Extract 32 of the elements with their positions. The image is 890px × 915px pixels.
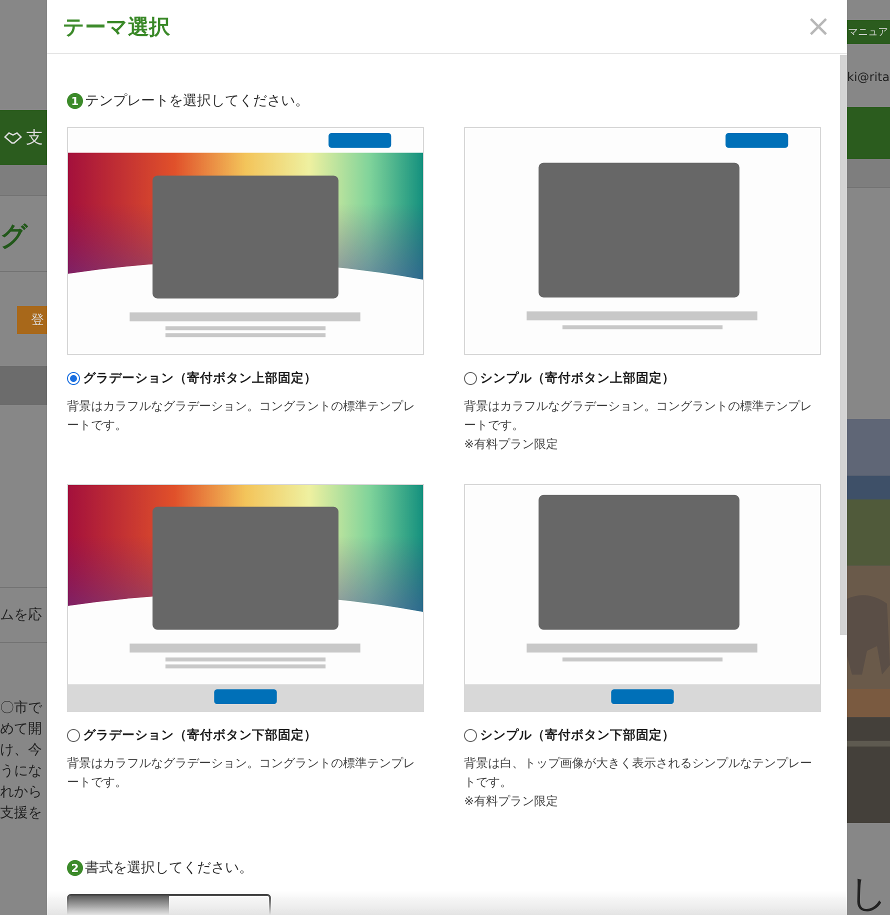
template-radio[interactable]: [67, 372, 80, 385]
step-number: 1: [67, 93, 83, 109]
template-description: 背景はカラフルなグラデーション。コングラントの標準テンプレートです。: [464, 398, 813, 434]
template-description: 背景は白、トップ画像が大きく表示されるシンプルなテンプレートです。: [464, 755, 813, 791]
dialog-title: テーマ選択: [63, 14, 170, 40]
section-bar: [0, 366, 47, 405]
template-label[interactable]: シンプル（寄付ボタン上部固定）: [480, 370, 675, 387]
user-email: ki@rita: [847, 70, 890, 86]
body-text: 〇市で めて開 け、今 うにな れから 支援を: [0, 699, 44, 823]
template-label[interactable]: グラデーション（寄付ボタン下部固定）: [83, 727, 317, 744]
step-number: 2: [67, 860, 83, 876]
step-instruction: テンプレートを選択してください。: [85, 92, 309, 110]
step-instruction: 書式を選択してください。: [85, 859, 253, 877]
nav-bar: [847, 106, 890, 159]
header-link[interactable]: マニュア: [848, 24, 888, 39]
template-radio[interactable]: [464, 729, 477, 742]
plan-note: ※有料プラン限定: [464, 436, 560, 453]
template-label[interactable]: シンプル（寄付ボタン下部固定）: [480, 727, 675, 744]
template-radio[interactable]: [464, 372, 477, 385]
scrollbar[interactable]: [840, 55, 847, 635]
hero-heading: し: [848, 871, 889, 915]
template-preview-drawing[interactable]: [464, 484, 821, 712]
template-description: 背景はカラフルなグラデーション。コングラントの標準テンプレートです。: [67, 755, 416, 791]
template-preview-drawing[interactable]: [464, 127, 821, 355]
template-preview-drawing[interactable]: [67, 484, 424, 712]
template-label[interactable]: グラデーション（寄付ボタン上部固定）: [83, 370, 317, 387]
plan-note: ※有料プラン限定: [464, 793, 560, 810]
template-description: 背景はカラフルなグラデーション。コングラントの標準テンプレートです。: [67, 398, 416, 434]
template-radio[interactable]: [67, 729, 80, 742]
template-preview-drawing[interactable]: [67, 127, 424, 355]
section-text: ムを応: [0, 606, 42, 624]
nav-item[interactable]: 支: [26, 126, 43, 149]
